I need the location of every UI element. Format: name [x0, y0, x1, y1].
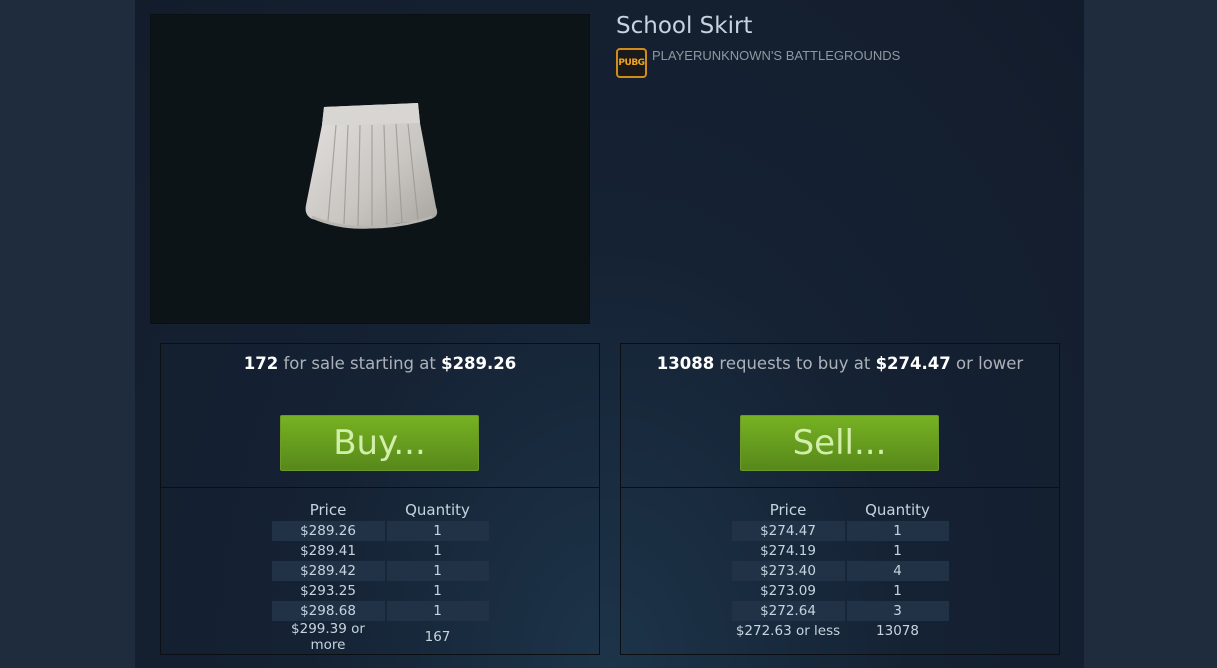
price-cell: $293.25: [300, 583, 356, 599]
table-row: $298.68 1: [271, 601, 489, 621]
table-row: $289.42 1: [271, 561, 489, 581]
table-row: $272.64 3: [731, 601, 949, 621]
quantity-cell: 1: [386, 561, 489, 581]
quantity-cell: 1: [433, 543, 442, 559]
market-listing-page: School Skirt PUBG PLAYERUNKNOWN'S BATTLE…: [135, 0, 1084, 668]
price-cell: $272.63 or less: [735, 623, 841, 639]
price-cell: $273.09: [760, 583, 816, 599]
quantity-cell: 1: [893, 543, 902, 559]
right-margin: [1084, 0, 1217, 668]
price-cell: $274.19: [760, 543, 816, 559]
price-column-header: Price: [769, 501, 807, 519]
price-cell: $289.26: [271, 521, 385, 541]
price-cell: $298.68: [271, 601, 385, 621]
sell-orders-table: Price Quantity $289.26 1 $289.41 1 $289.…: [270, 501, 491, 653]
quantity-cell: 1: [846, 521, 949, 541]
table-row: $289.41 1: [272, 541, 489, 561]
sell-button[interactable]: Sell...: [740, 415, 939, 471]
sell-orders-panel: 172 for sale starting at $289.26 Buy... …: [160, 343, 600, 655]
quantity-cell: 1: [893, 583, 902, 599]
game-info: PUBG PLAYERUNKNOWN'S BATTLEGROUNDS: [616, 48, 900, 78]
price-cell: $289.42: [271, 561, 385, 581]
left-margin: [0, 0, 135, 668]
skirt-image: [305, 103, 438, 229]
table-row: $272.63 or less 13078: [732, 621, 949, 641]
price-cell: $299.39 or more: [291, 621, 365, 653]
buy-request-price: $274.47: [875, 354, 951, 373]
buy-orders-panel: 13088 requests to buy at $274.47 or lowe…: [620, 343, 1060, 655]
buy-orders-table: Price Quantity $274.47 1 $274.19 1 $273.…: [730, 501, 951, 641]
buy-summary-text: requests to buy at: [719, 354, 871, 373]
table-row: $293.25 1: [272, 581, 489, 601]
price-column-header: Price: [309, 501, 347, 519]
quantity-cell: 4: [846, 561, 949, 581]
buy-orders-summary-area: 13088 requests to buy at $274.47 or lowe…: [621, 344, 1059, 488]
sell-orders-summary-area: 172 for sale starting at $289.26 Buy...: [161, 344, 599, 488]
buy-request-count: 13088: [656, 354, 715, 373]
game-name[interactable]: PLAYERUNKNOWN'S BATTLEGROUNDS: [652, 48, 900, 63]
quantity-column-header: Quantity: [865, 501, 930, 519]
quantity-cell: 1: [433, 583, 442, 599]
table-row: $273.40 4: [731, 561, 949, 581]
price-cell: $272.64: [731, 601, 845, 621]
quantity-cell: 1: [386, 521, 489, 541]
buy-orders-summary: 13088 requests to buy at $274.47 or lowe…: [621, 354, 1059, 373]
buy-button[interactable]: Buy...: [280, 415, 479, 471]
table-row: $274.19 1: [732, 541, 949, 561]
item-title: School Skirt: [616, 13, 753, 39]
quantity-cell: 3: [846, 601, 949, 621]
quantity-cell: 1: [386, 601, 489, 621]
quantity-cell: 13078: [876, 623, 919, 639]
quantity-column-header: Quantity: [405, 501, 470, 519]
game-icon-text: PUBG: [618, 58, 645, 68]
sell-start-price: $289.26: [441, 354, 517, 373]
price-cell: $273.40: [731, 561, 845, 581]
price-cell: $274.47: [731, 521, 845, 541]
table-row: $289.26 1: [271, 521, 489, 541]
quantity-cell: 167: [424, 629, 451, 645]
sell-orders-summary: 172 for sale starting at $289.26: [161, 354, 599, 373]
table-row: $274.47 1: [731, 521, 949, 541]
sell-count: 172: [243, 354, 279, 373]
price-cell: $289.41: [300, 543, 356, 559]
table-row: $299.39 or more 167: [272, 621, 489, 653]
pubg-game-icon: PUBG: [616, 48, 647, 78]
sell-summary-text: for sale starting at: [283, 354, 436, 373]
item-image: [150, 14, 590, 324]
buy-summary-suffix: or lower: [955, 354, 1024, 373]
table-row: $273.09 1: [732, 581, 949, 601]
